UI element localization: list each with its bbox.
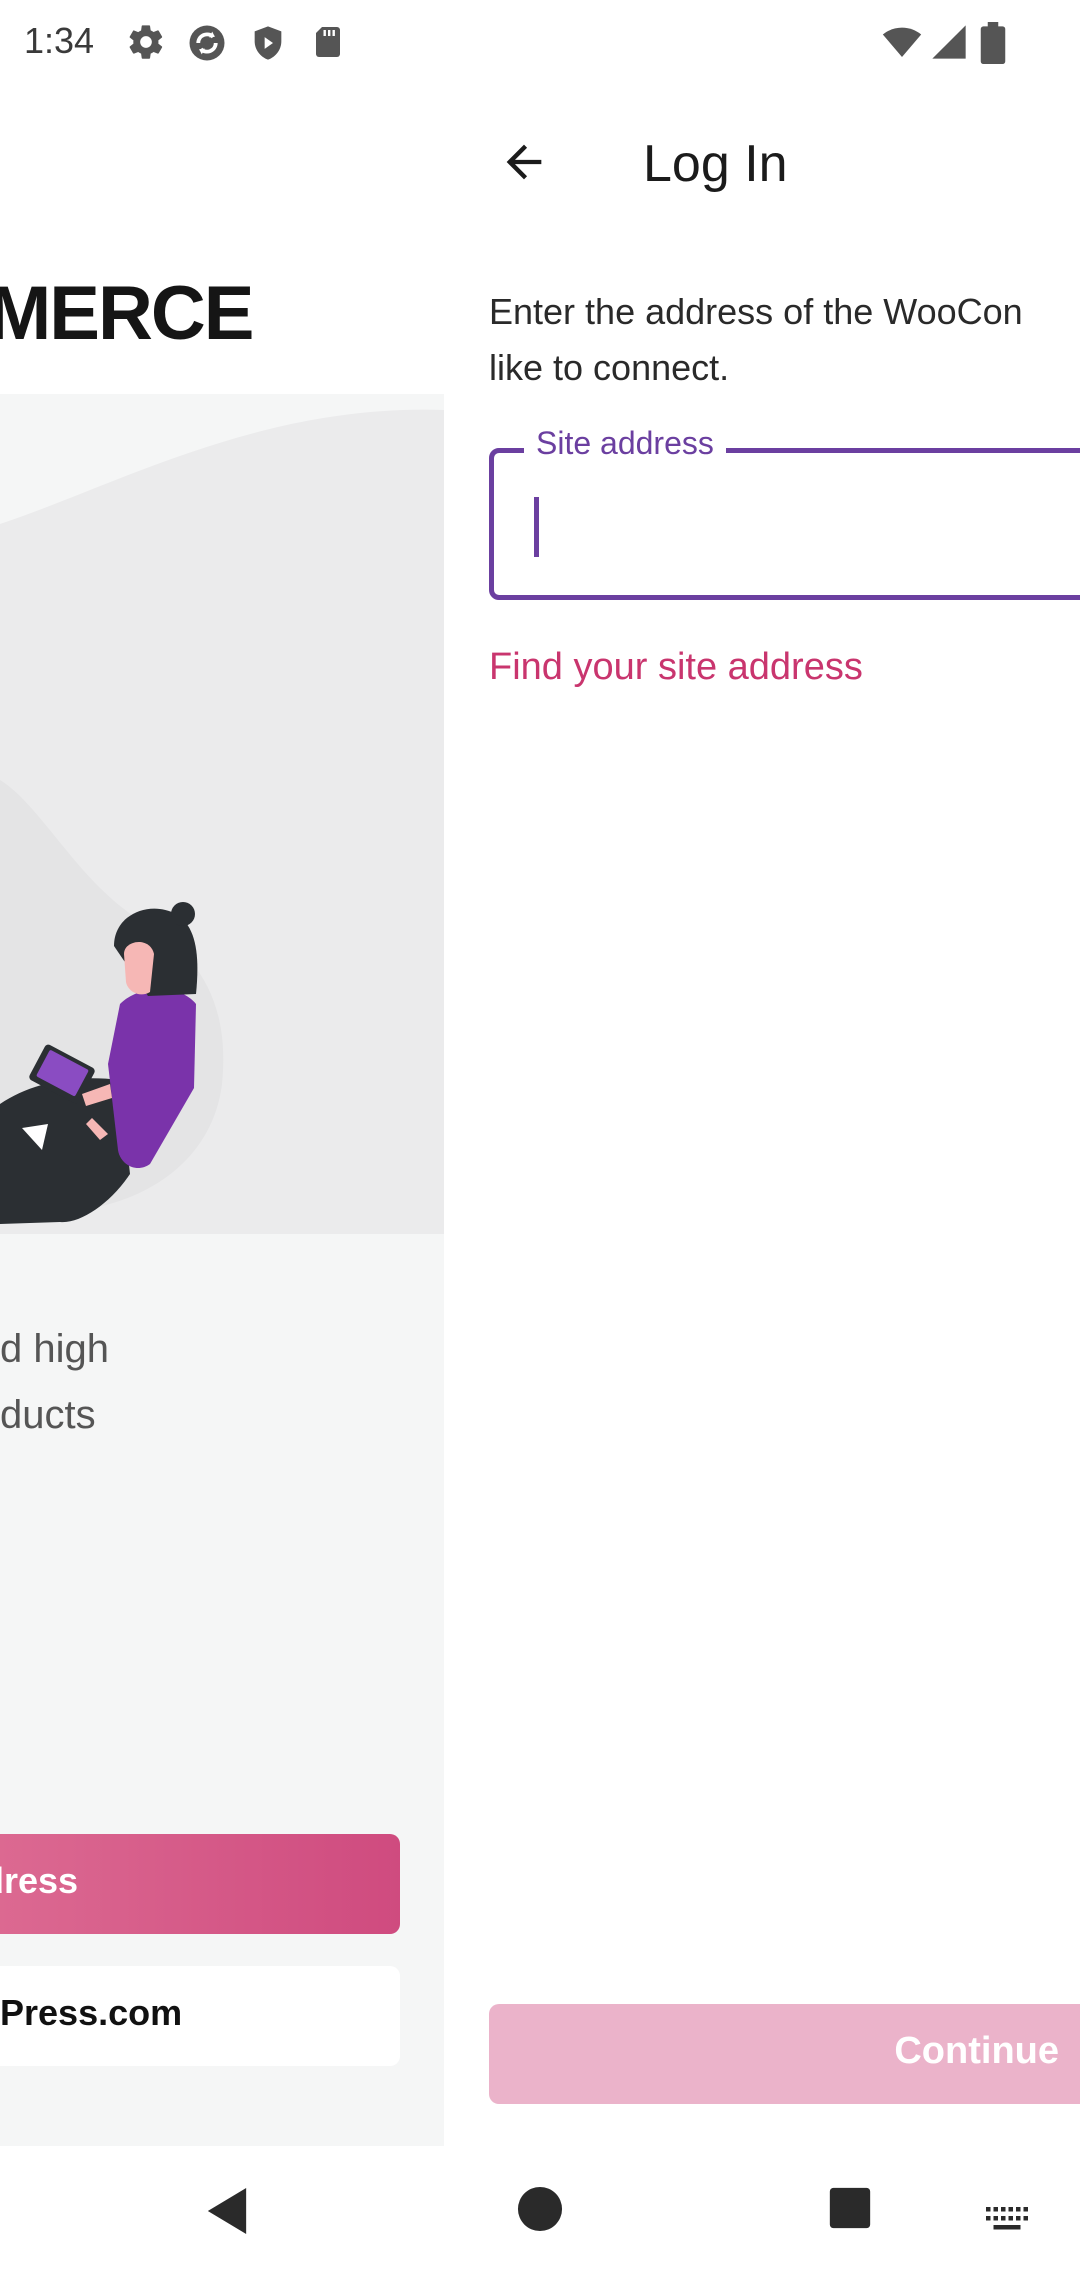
continue-label: Continue — [894, 2030, 1059, 2072]
continue-with-wordpress-label: Press.com — [0, 1992, 183, 2033]
site-address-label: Site address — [524, 425, 726, 462]
arrow-back-icon — [506, 144, 542, 180]
navigation-bar — [0, 2146, 1080, 2280]
continue-with-wordpress-button[interactable]: Press.com — [0, 1966, 400, 2066]
enter-store-address-button[interactable]: ddress — [0, 1834, 400, 1934]
sd-card-icon — [316, 27, 340, 57]
login-screen: Log In Enter the address of the WooCon l… — [444, 84, 1080, 2146]
instructions-text: Enter the address of the WooCon like to … — [489, 284, 1080, 396]
sync-icon — [189, 25, 225, 61]
status-time: 1:34 — [24, 20, 95, 61]
tagline-line: ducts — [0, 1393, 96, 1437]
shield-icon — [254, 26, 282, 60]
site-address-field[interactable]: Site address — [489, 425, 1080, 600]
wifi-icon — [882, 27, 922, 57]
site-address-input[interactable] — [530, 487, 1080, 567]
back-button[interactable] — [488, 126, 560, 198]
gear-icon — [129, 25, 163, 59]
person-reading-illustration — [0, 409, 444, 1234]
tagline-line: d high — [0, 1327, 109, 1371]
background-screen: MERCE d high ducts ddress Press.com — [0, 84, 444, 2146]
background-tagline: d high ducts — [0, 1316, 109, 1448]
back-triangle-icon[interactable] — [204, 2186, 250, 2236]
screen: 1:34 MERCE d high ducts ress Press.com L… — [0, 0, 1080, 2280]
page-title: Log In — [643, 135, 788, 193]
enter-store-address-label: ddress — [0, 1860, 79, 1901]
signal-icon — [932, 25, 966, 59]
find-site-address-link[interactable]: Find your site address — [489, 646, 863, 689]
keyboard-icon[interactable] — [984, 2204, 1030, 2234]
continue-button[interactable]: Continue — [489, 2004, 1080, 2104]
text-cursor — [534, 497, 539, 557]
status-bar: 1:34 — [0, 0, 1080, 84]
home-circle-icon[interactable] — [517, 2186, 563, 2232]
instructions-line: Enter the address of the WooCon — [489, 291, 1023, 332]
recents-square-icon[interactable] — [828, 2186, 872, 2230]
battery-icon — [980, 22, 1006, 64]
instructions-line: like to connect. — [489, 347, 730, 388]
